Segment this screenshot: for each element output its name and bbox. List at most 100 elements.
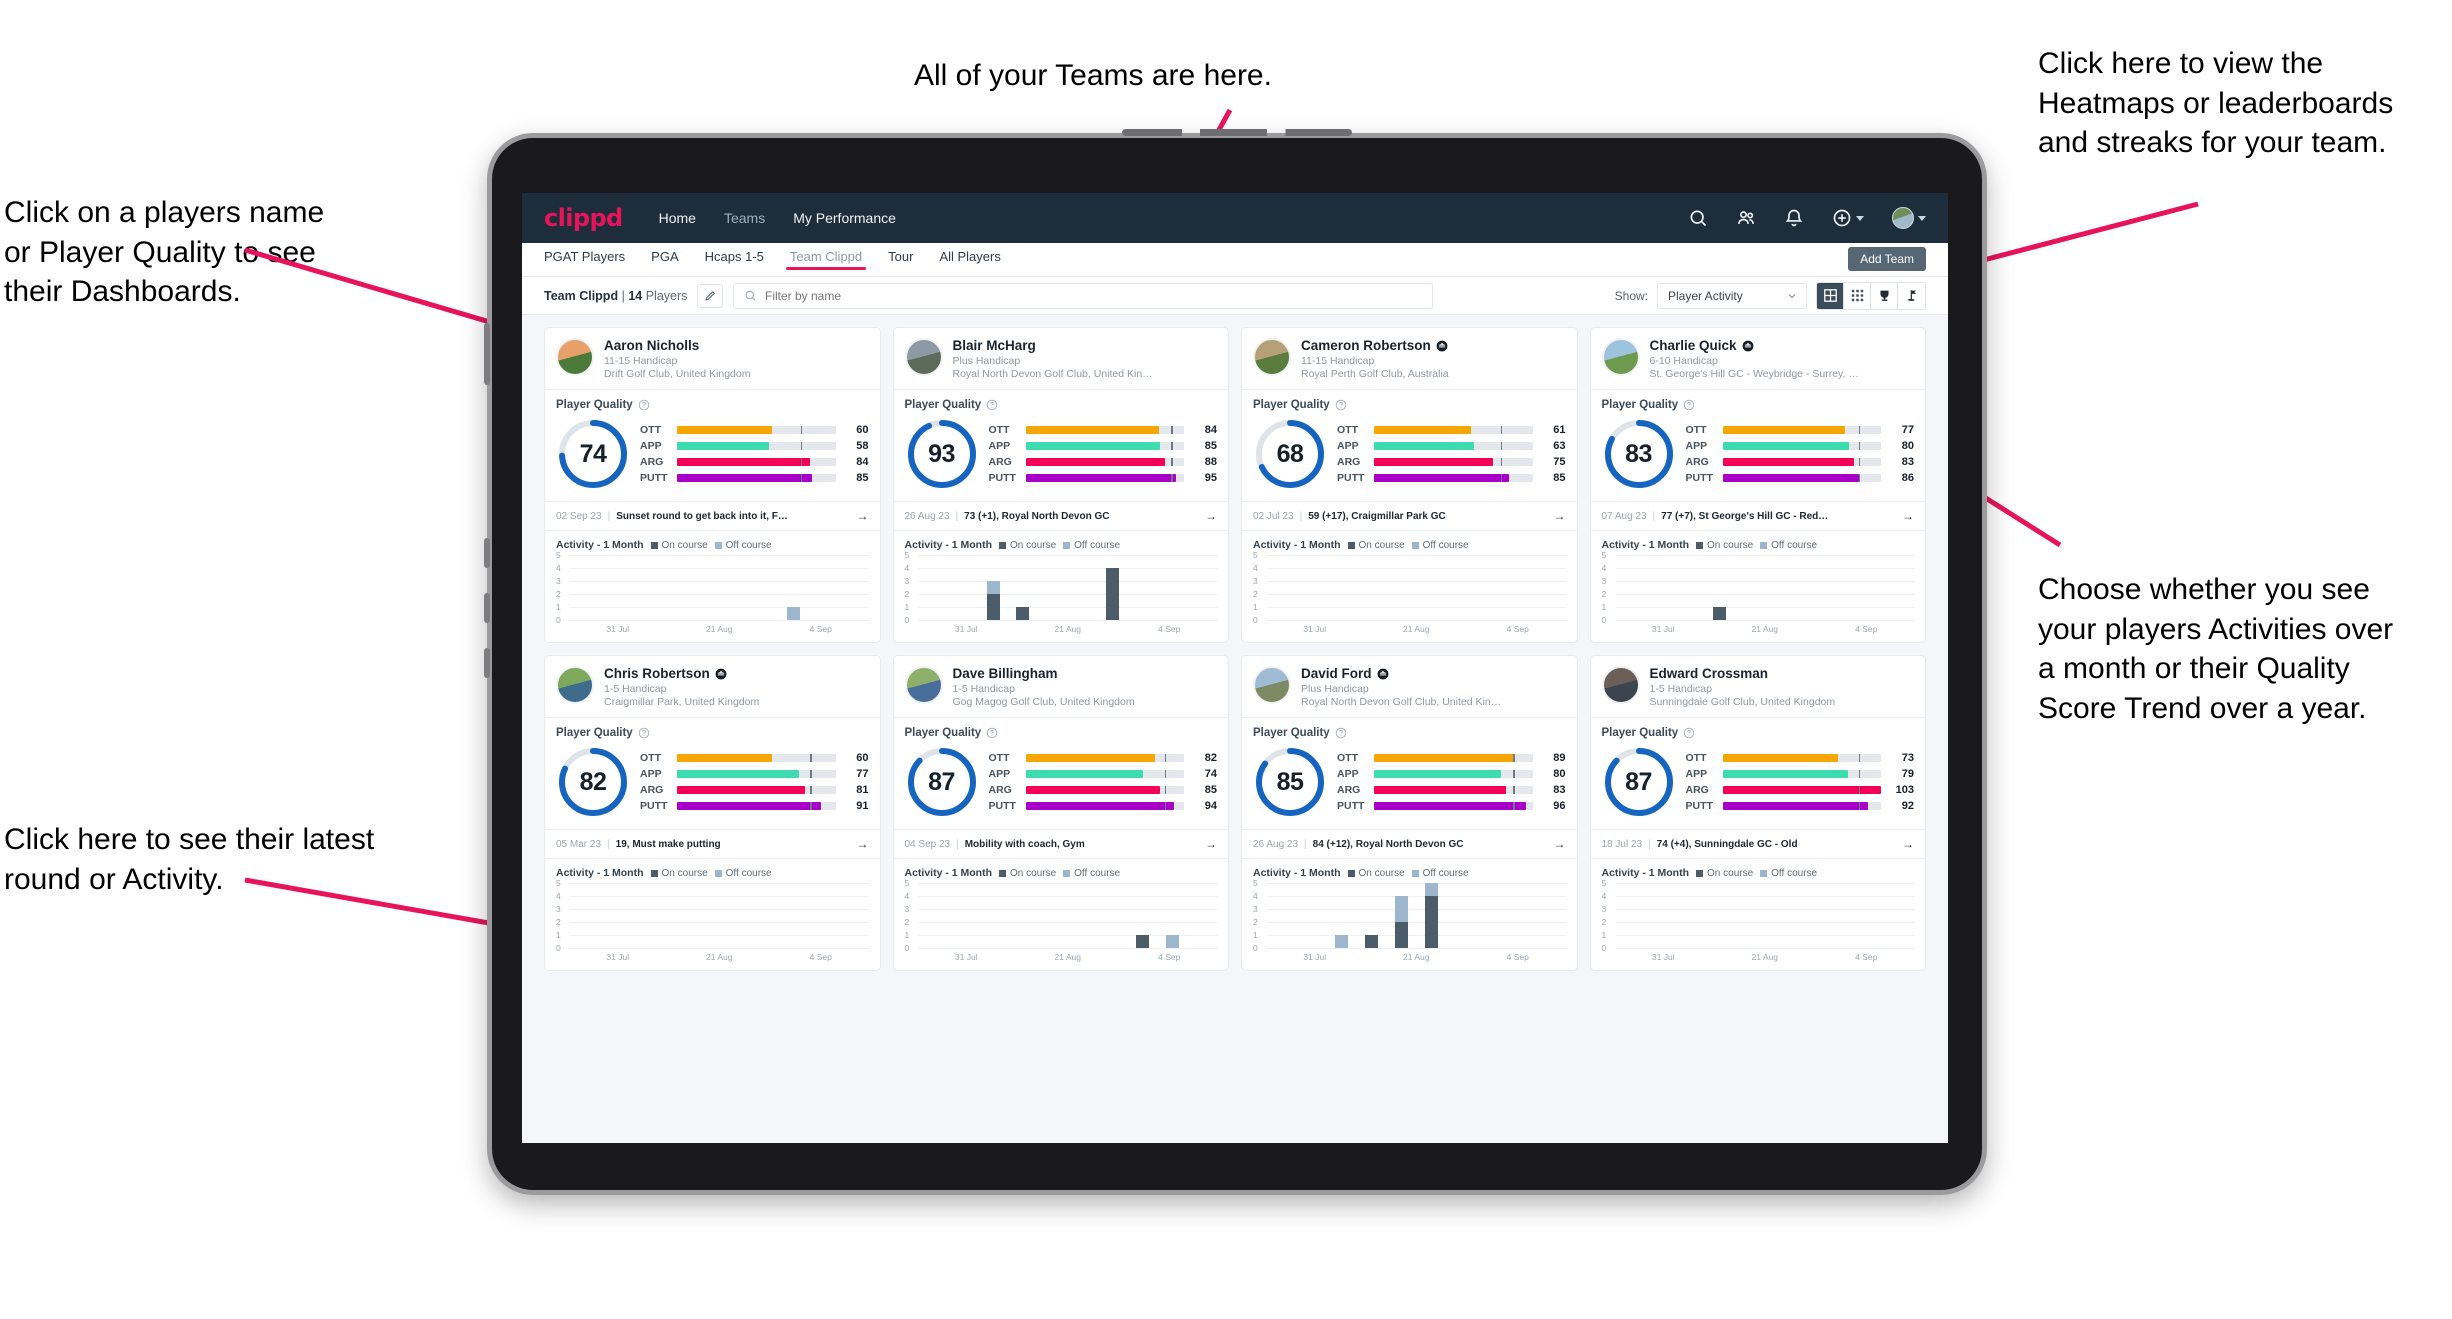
help-icon[interactable] (1335, 399, 1347, 411)
arrow-right-icon[interactable]: → (857, 509, 869, 523)
player-name[interactable]: David Ford (1301, 666, 1566, 681)
player-avatar[interactable] (904, 666, 943, 704)
bell-icon[interactable] (1784, 208, 1804, 228)
player-card[interactable]: Chris Robertson 1-5 Handicap Craigmillar P… (544, 655, 881, 971)
player-quality-ring[interactable]: 83 (1602, 417, 1676, 491)
player-name[interactable]: Edward Crossman (1650, 666, 1915, 681)
view-mode-grid-small[interactable] (1844, 282, 1871, 309)
profile-menu[interactable] (1892, 207, 1926, 229)
tab-pga[interactable]: PGA (651, 249, 678, 270)
latest-activity-row[interactable]: 18 Jul 23 | 74 (+4), Sunningdale GC - Old → (1591, 830, 1926, 858)
latest-activity-row[interactable]: 05 Mar 23 | 19, Must make putting → (545, 830, 880, 858)
player-quality-ring[interactable]: 93 (905, 417, 979, 491)
player-quality-body[interactable]: 85 OTT 89 APP 80 ARG 83 PUTT 96 (1242, 743, 1577, 829)
metric-value: 81 (856, 784, 869, 796)
player-name[interactable]: Blair McHarg (953, 338, 1218, 353)
arrow-right-icon[interactable]: → (1554, 509, 1566, 523)
view-mode-grid-large[interactable] (1817, 282, 1844, 309)
player-avatar[interactable] (904, 338, 943, 376)
player-card-header[interactable]: Edward Crossman 1-5 Handicap Sunningdale G… (1591, 656, 1926, 717)
bar-slot (1616, 883, 1646, 948)
player-quality-ring[interactable]: 85 (1253, 745, 1327, 819)
add-team-button[interactable]: Add Team (1848, 247, 1926, 271)
arrow-right-icon[interactable]: → (1205, 837, 1217, 851)
arrow-right-icon[interactable]: → (1902, 509, 1914, 523)
player-quality-ring[interactable]: 87 (905, 745, 979, 819)
tab-team-clippd[interactable]: Team Clippd (785, 249, 867, 270)
help-icon[interactable] (986, 727, 998, 739)
player-quality-body[interactable]: 87 OTT 73 APP 79 ARG 103 PUTT 92 (1591, 743, 1926, 829)
player-club: Sunningdale Golf Club, United Kingdom (1649, 696, 1836, 708)
tab-pgat-players[interactable]: PGAT Players (544, 249, 625, 270)
player-name[interactable]: Aaron Nicholls (604, 338, 869, 353)
view-mode-trophy[interactable] (1871, 282, 1898, 309)
help-icon[interactable] (638, 727, 650, 739)
player-card[interactable]: Edward Crossman 1-5 Handicap Sunningdale G… (1589, 655, 1926, 971)
latest-activity-row[interactable]: 04 Sep 23 | Mobility with coach, Gym → (894, 830, 1229, 858)
player-card-header[interactable]: Cameron Robertson 11-15 Handicap Royal Per… (1242, 328, 1577, 389)
latest-activity-row[interactable]: 02 Jul 23 | 59 (+17), Craigmillar Park GC → (1242, 502, 1577, 530)
search-container[interactable] (733, 282, 1434, 309)
nav-link-home[interactable]: Home (659, 210, 696, 226)
tab-tour[interactable]: Tour (888, 249, 913, 270)
people-icon[interactable] (1736, 208, 1756, 228)
player-card[interactable]: Charlie Quick 6-10 Handicap St. George's H… (1589, 327, 1926, 643)
player-quality-ring[interactable]: 74 (556, 417, 630, 491)
arrow-right-icon[interactable]: → (1902, 837, 1914, 851)
player-quality-ring[interactable]: 87 (1602, 745, 1676, 819)
player-quality-body[interactable]: 87 OTT 82 APP 74 ARG 85 PUTT 94 (894, 743, 1229, 829)
view-mode-flag[interactable] (1898, 282, 1925, 309)
player-name[interactable]: Cameron Robertson (1301, 338, 1566, 353)
plus-circle-menu[interactable] (1832, 208, 1864, 228)
help-icon[interactable] (1683, 727, 1695, 739)
arrow-right-icon[interactable]: → (857, 837, 869, 851)
player-card[interactable]: David Ford Plus Handicap Royal North Devon… (1241, 655, 1578, 971)
player-quality-body[interactable]: 83 OTT 77 APP 80 ARG 83 PUTT 86 (1591, 415, 1926, 501)
player-card-header[interactable]: Chris Robertson 1-5 Handicap Craigmillar P… (545, 656, 880, 717)
player-card-header[interactable]: Aaron Nicholls 11-15 Handicap Drift Golf C… (545, 328, 880, 389)
player-avatar[interactable] (1601, 338, 1640, 376)
help-icon[interactable] (1335, 727, 1347, 739)
nav-link-teams[interactable]: Teams (724, 210, 765, 226)
player-card[interactable]: Blair McHarg Plus Handicap Royal North Dev… (892, 327, 1229, 643)
arrow-right-icon[interactable]: → (1205, 509, 1217, 523)
tab-hcaps-1-5[interactable]: Hcaps 1-5 (705, 249, 764, 270)
latest-activity-row[interactable]: 02 Sep 23 | Sunset round to get back into … (545, 502, 880, 530)
player-card[interactable]: Aaron Nicholls 11-15 Handicap Drift Golf C… (544, 327, 881, 643)
nav-link-my-performance[interactable]: My Performance (793, 210, 896, 226)
player-quality-body[interactable]: 68 OTT 61 APP 63 ARG 75 PUTT 85 (1242, 415, 1577, 501)
latest-activity-row[interactable]: 07 Aug 23 | 77 (+7), St George's Hill GC -… (1591, 502, 1926, 530)
tab-all-players[interactable]: All Players (939, 249, 1000, 270)
player-card[interactable]: Cameron Robertson 11-15 Handicap Royal Per… (1241, 327, 1578, 643)
search-input[interactable] (765, 288, 1423, 303)
player-card-header[interactable]: Blair McHarg Plus Handicap Royal North Dev… (894, 328, 1229, 389)
clippd-logo[interactable]: clippd (544, 204, 623, 232)
player-avatar[interactable] (556, 666, 594, 704)
player-quality-ring[interactable]: 82 (556, 745, 630, 819)
search-icon[interactable] (1688, 208, 1708, 228)
player-name[interactable]: Chris Robertson (604, 666, 869, 681)
player-quality-ring[interactable]: 68 (1253, 417, 1327, 491)
player-avatar[interactable] (556, 338, 594, 376)
edit-team-button[interactable] (697, 283, 724, 308)
player-avatar[interactable] (1253, 666, 1291, 704)
player-avatar[interactable] (1601, 666, 1640, 704)
player-name[interactable]: Charlie Quick (1650, 338, 1915, 353)
help-icon[interactable] (986, 399, 998, 411)
help-icon[interactable] (1683, 399, 1695, 411)
player-card[interactable]: Dave Billingham 1-5 Handicap Gog Magog Gol… (892, 655, 1229, 971)
latest-activity-row[interactable]: 26 Aug 23 | 84 (+12), Royal North Devon GC… (1242, 830, 1577, 858)
player-quality-body[interactable]: 82 OTT 60 APP 77 ARG 81 PUTT 91 (545, 743, 880, 829)
arrow-right-icon[interactable]: → (1554, 837, 1566, 851)
help-icon[interactable] (638, 399, 650, 411)
player-name[interactable]: Dave Billingham (953, 666, 1218, 681)
player-avatar[interactable] (1253, 338, 1291, 376)
player-quality-body[interactable]: 74 OTT 60 APP 58 ARG 84 PUTT 85 (545, 415, 880, 501)
player-card-header[interactable]: Charlie Quick 6-10 Handicap St. George's H… (1591, 328, 1926, 389)
nav-actions (1688, 207, 1926, 229)
player-card-header[interactable]: Dave Billingham 1-5 Handicap Gog Magog Gol… (894, 656, 1229, 717)
show-select[interactable]: Player Activity (1657, 282, 1807, 309)
latest-activity-row[interactable]: 26 Aug 23 | 73 (+1), Royal North Devon GC → (894, 502, 1229, 530)
player-card-header[interactable]: David Ford Plus Handicap Royal North Devon… (1242, 656, 1577, 717)
player-quality-body[interactable]: 93 OTT 84 APP 85 ARG 88 PUTT 95 (894, 415, 1229, 501)
